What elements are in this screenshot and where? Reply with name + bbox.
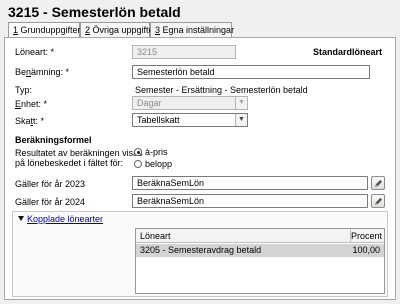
loneart-label: Löneart: * — [15, 47, 55, 57]
table-row[interactable]: 3205 - Semesteravdrag betald 100,00 — [136, 244, 384, 257]
typ-label: Typ: — [15, 85, 33, 95]
pencil-icon — [374, 179, 383, 188]
typ-value: Semester - Ersättning - Semesterlön beta… — [135, 85, 308, 95]
berakningsformel-heading: Beräkningsformel — [15, 135, 92, 145]
kopplade-lonearter-toggle[interactable]: Kopplade lönearter — [18, 214, 103, 224]
skatt-label: Skatt: * — [15, 116, 45, 126]
tab-ovriga-uppgifter[interactable]: 2 Övriga uppgifter — [80, 22, 157, 38]
edit-2023-button[interactable] — [371, 176, 385, 190]
column-header-procent[interactable]: Procent — [351, 231, 382, 241]
kopplade-lonearter-table: Löneart Procent 3205 - Semesteravdrag be… — [135, 228, 385, 294]
radio-apris[interactable]: à-pris — [134, 147, 168, 157]
radio-apris-circle[interactable] — [134, 148, 142, 156]
galler-2023-input[interactable]: BeräknaSemLön — [132, 176, 368, 190]
tab-egna-installningar[interactable]: 3 Egna inställningar — [150, 22, 234, 38]
column-header-loneart[interactable]: Löneart — [140, 231, 171, 241]
benamning-input[interactable]: Semesterlön betald — [132, 65, 370, 79]
chevron-down-icon: ▼ — [235, 97, 247, 109]
standard-loneart-label: Standardlöneart — [313, 47, 383, 57]
pencil-icon — [374, 197, 383, 206]
table-header: Löneart Procent — [136, 229, 384, 243]
page-title: 3215 - Semesterlön betald — [8, 4, 181, 20]
benamning-label: Benämning: * — [15, 67, 70, 77]
row-procent: 100,00 — [352, 245, 380, 255]
kopplade-lonearter-group: Kopplade lönearter Löneart Procent 3205 … — [12, 211, 388, 297]
berakning-desc-line1: Resultatet av beräkningen visas — [15, 148, 143, 158]
main-panel: Löneart: * 3215 Standardlöneart Benämnin… — [4, 37, 396, 300]
berakning-desc-line2: på lönebeskedet i fältet för: — [15, 158, 124, 168]
enhet-label: Enhet: * — [15, 99, 48, 109]
chevron-down-icon[interactable]: ▼ — [235, 114, 247, 126]
galler-2024-label: Gäller för år 2024 — [15, 197, 86, 207]
enhet-select: Dagar ▼ — [132, 96, 248, 110]
radio-belopp-circle[interactable] — [134, 160, 142, 168]
skatt-select[interactable]: Tabellskatt ▼ — [132, 113, 248, 127]
loneart-field: 3215 — [132, 45, 236, 59]
radio-belopp[interactable]: belopp — [134, 159, 172, 169]
galler-2023-label: Gäller för år 2023 — [15, 179, 86, 189]
kopplade-lonearter-link[interactable]: Kopplade lönearter — [27, 214, 103, 224]
edit-2024-button[interactable] — [371, 194, 385, 208]
triangle-down-icon[interactable] — [18, 216, 24, 221]
row-loneart: 3205 - Semesteravdrag betald — [140, 245, 262, 255]
galler-2024-input[interactable]: BeräknaSemLön — [132, 194, 368, 208]
